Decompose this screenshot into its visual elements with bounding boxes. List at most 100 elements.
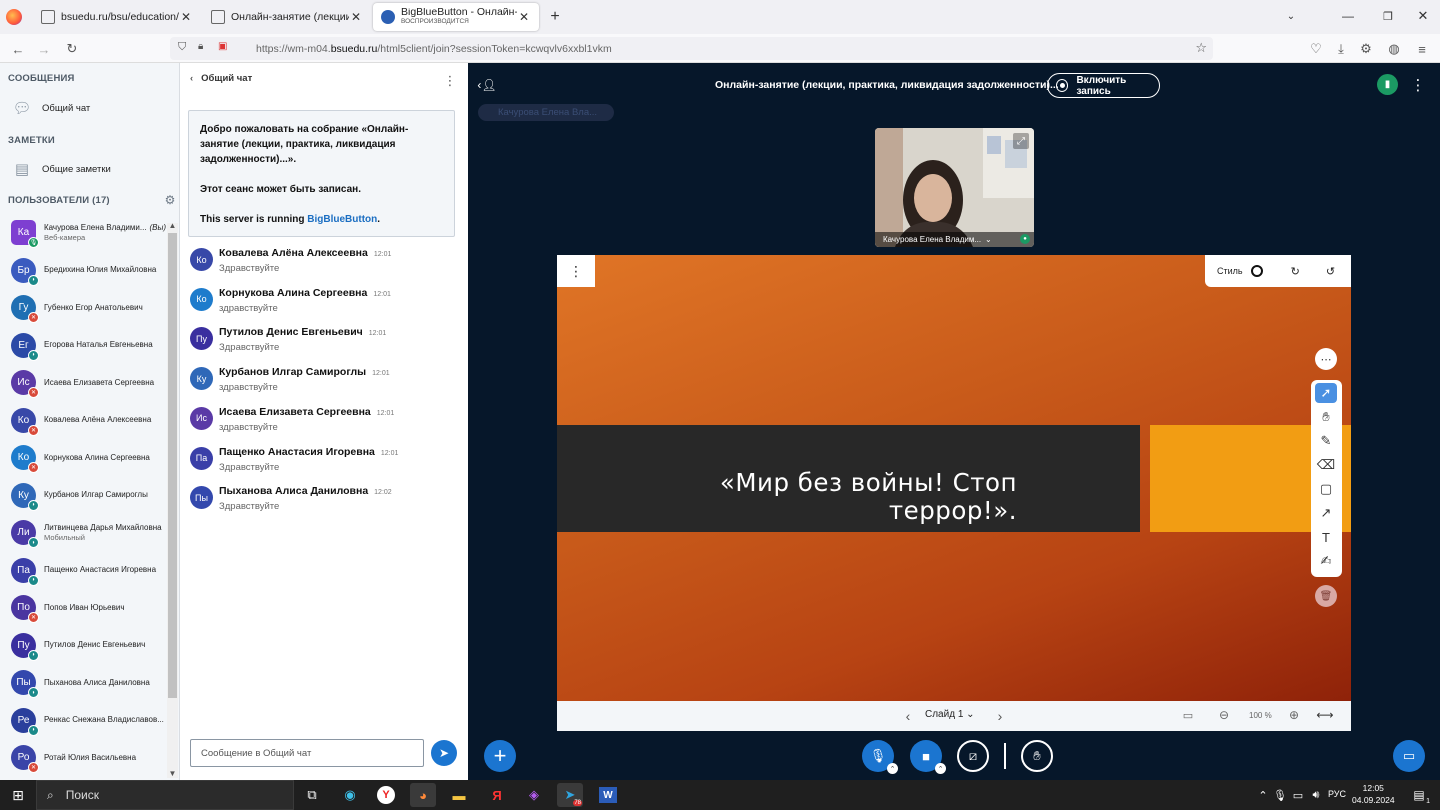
- user-list-item[interactable]: Пы ◗ Пыханова Алиса Даниловна: [0, 664, 166, 701]
- options-menu-icon[interactable]: ⋮: [1410, 76, 1426, 94]
- camera-permission-icon[interactable]: ▣: [218, 41, 227, 52]
- webcam-button[interactable]: ■ ⌃: [910, 740, 946, 774]
- scroll-thumb[interactable]: [168, 233, 177, 698]
- presentation-options-icon[interactable]: ⋮: [557, 255, 595, 287]
- slide[interactable]: «Мир без войны! Стоп террор!». ⋮ Стиль ↻ …: [557, 255, 1351, 701]
- user-list-item[interactable]: Ис ✕ Исаева Елизавета Сергеевна: [0, 364, 166, 401]
- actions-plus-button[interactable]: +: [484, 740, 516, 772]
- toggle-userlist-icon[interactable]: ‹👤︎: [476, 75, 498, 95]
- forward-icon[interactable]: →: [34, 39, 54, 59]
- eraser-tool-icon[interactable]: ⌫: [1315, 455, 1337, 475]
- user-list-item[interactable]: Пу ◗ Путилов Денис Евгеньевич: [0, 627, 166, 664]
- user-list-scrollbar[interactable]: ▲ ▼: [167, 221, 178, 778]
- arrow-tool-icon[interactable]: ↗: [1315, 503, 1337, 523]
- tab-lesson[interactable]: Онлайн-занятие (лекции, прак ✕: [203, 3, 371, 31]
- user-list-item[interactable]: Бр ◗ Бредихина Юлия Михайловна: [0, 252, 166, 289]
- bigbluebutton-link[interactable]: BigBlueButton: [307, 214, 377, 225]
- close-tab-icon[interactable]: ✕: [179, 10, 193, 24]
- app-menu-icon[interactable]: ≡: [1412, 39, 1432, 59]
- notifications-icon[interactable]: ▤ 1: [1406, 783, 1432, 807]
- select-tool-icon[interactable]: ➚: [1315, 383, 1337, 403]
- taskbar-search[interactable]: ⌕ Поиск: [36, 780, 294, 810]
- user-list-item[interactable]: Ре ◗ Ренкас Снежана Владиславов...: [0, 702, 166, 739]
- fullscreen-icon[interactable]: ⤢: [1013, 133, 1029, 149]
- talking-indicator[interactable]: Качурова Елена Вла...: [478, 104, 614, 121]
- style-label[interactable]: Стиль: [1217, 266, 1243, 276]
- fit-width-icon[interactable]: ⟷: [1316, 708, 1333, 722]
- chat-message-input[interactable]: Сообщение в Общий чат: [190, 739, 424, 767]
- zoom-out-icon[interactable]: ⊖: [1217, 708, 1231, 722]
- edge-icon[interactable]: ◉: [337, 783, 363, 807]
- chat-options-icon[interactable]: ⋮: [442, 73, 458, 89]
- fit-slide-icon[interactable]: ▭: [1181, 709, 1195, 722]
- mute-microphone-button[interactable]: 🎙︎ ⌃: [862, 740, 898, 774]
- user-list-item[interactable]: Ку ◗ Курбанов Илгар Самироглы: [0, 477, 166, 514]
- user-list-item[interactable]: Гу ✕ Губенко Егор Анатольевич: [0, 289, 166, 326]
- user-list-item[interactable]: Ли ◗ Литвинцева Дарья Михайловна Мобильный: [0, 514, 166, 551]
- yandex-browser-icon[interactable]: Y: [373, 783, 399, 807]
- user-list-item[interactable]: По ✕ Попов Иван Юрьевич: [0, 589, 166, 626]
- start-recording-button[interactable]: Включить запись: [1047, 73, 1160, 98]
- audio-options-icon[interactable]: ⌃: [887, 763, 898, 774]
- yandex-icon[interactable]: Я: [484, 783, 510, 807]
- bookmark-star-icon[interactable]: ☆: [1195, 40, 1207, 56]
- game-app-icon[interactable]: ◈: [521, 783, 547, 807]
- raise-hand-button[interactable]: ✋︎: [1021, 740, 1053, 772]
- webcam-video[interactable]: ⤢ Качурова Елена Владим... ⌄ ●: [875, 128, 1034, 247]
- screen-share-button[interactable]: ⧄: [957, 740, 989, 772]
- sidebar-item-shared-notes[interactable]: ▤ Общие заметки: [0, 154, 178, 184]
- firefox-icon[interactable]: ◕: [410, 783, 436, 807]
- new-tab-icon[interactable]: +: [545, 7, 565, 27]
- pan-hand-tool-icon[interactable]: ✋︎: [1315, 407, 1337, 427]
- tab-schedule[interactable]: bsuedu.ru/bsu/education/sche ✕: [33, 3, 201, 31]
- volume-icon[interactable]: 🔊︎: [1303, 783, 1329, 807]
- redo-icon[interactable]: ↻: [1291, 265, 1300, 278]
- user-list-item[interactable]: Ко ✕ Корнукова Алина Сергеевна: [0, 439, 166, 476]
- users-settings-gear-icon[interactable]: ⚙: [163, 193, 177, 207]
- close-tab-icon[interactable]: ✕: [349, 10, 363, 24]
- sidebar-item-public-chat[interactable]: 💬︎ Общий чат: [0, 93, 178, 123]
- note-tool-icon[interactable]: ✍: [1315, 551, 1337, 571]
- windows-start-icon[interactable]: ⊞: [5, 783, 31, 807]
- translate-icon[interactable]: ◍: [1384, 39, 1404, 59]
- extensions-icon[interactable]: ⚙: [1356, 39, 1376, 59]
- scroll-up-icon[interactable]: ▲: [167, 221, 178, 230]
- previous-slide-icon[interactable]: ‹: [901, 708, 915, 724]
- more-tools-icon[interactable]: ⋯: [1315, 348, 1337, 370]
- user-list-item[interactable]: Ко ✕ Ковалева Алёна Алексеевна: [0, 402, 166, 439]
- pencil-tool-icon[interactable]: ✎: [1315, 431, 1337, 451]
- firefox-menu-icon[interactable]: [6, 9, 22, 25]
- word-icon[interactable]: W: [595, 783, 621, 807]
- url-field[interactable]: ⛉ 🔒︎ ▣ https://wm-m04. bsuedu.ru/html5cli…: [170, 37, 1213, 60]
- scroll-down-icon[interactable]: ▼: [167, 769, 178, 778]
- user-list-item[interactable]: Ег ◗ Егорова Наталья Евгеньевна: [0, 327, 166, 364]
- user-list-item[interactable]: Ро ✕ Ротай Юлия Васильевна: [0, 739, 166, 776]
- close-window-icon[interactable]: ✕: [1415, 8, 1431, 24]
- send-message-button[interactable]: ➤: [431, 740, 457, 766]
- keyboard-language[interactable]: РУС: [1328, 789, 1346, 799]
- stroke-style-icon[interactable]: [1250, 265, 1263, 277]
- slide-selector[interactable]: Слайд 1 ⌄: [925, 709, 975, 720]
- tab-bigbluebutton[interactable]: BigBlueButton - Онлайн-заняти ВОСПРОИЗВО…: [373, 3, 539, 31]
- rectangle-tool-icon[interactable]: ▢: [1315, 479, 1337, 499]
- user-list-item[interactable]: Ка 🎙︎ Качурова Елена Владими... (Вы) Веб-кам…: [0, 214, 166, 251]
- minimize-icon[interactable]: —: [1340, 8, 1356, 24]
- telegram-icon[interactable]: ➤ 78: [557, 783, 583, 807]
- file-explorer-icon[interactable]: ▬: [446, 783, 472, 807]
- chevron-left-icon[interactable]: ‹: [190, 73, 193, 84]
- zoom-in-icon[interactable]: ⊕: [1287, 708, 1301, 722]
- pocket-icon[interactable]: ♡: [1306, 39, 1326, 59]
- next-slide-icon[interactable]: ›: [993, 708, 1007, 724]
- undo-icon[interactable]: ↺: [1326, 265, 1335, 278]
- tab-list-icon[interactable]: ⌄: [1283, 8, 1299, 24]
- user-list-item[interactable]: Па ◗ Пащенко Анастасия Игоревна: [0, 552, 166, 589]
- connection-status-icon[interactable]: ▮: [1377, 74, 1398, 95]
- back-icon[interactable]: ←: [8, 39, 28, 59]
- chat-header[interactable]: ‹ Общий чат: [190, 73, 252, 84]
- text-tool-icon[interactable]: T: [1315, 527, 1337, 547]
- close-tab-icon[interactable]: ✕: [517, 10, 531, 24]
- delete-icon[interactable]: 🗑︎: [1315, 585, 1337, 607]
- reload-icon[interactable]: ↻: [62, 39, 82, 59]
- task-view-icon[interactable]: ⧉: [299, 783, 325, 807]
- restore-icon[interactable]: ❐: [1380, 8, 1396, 24]
